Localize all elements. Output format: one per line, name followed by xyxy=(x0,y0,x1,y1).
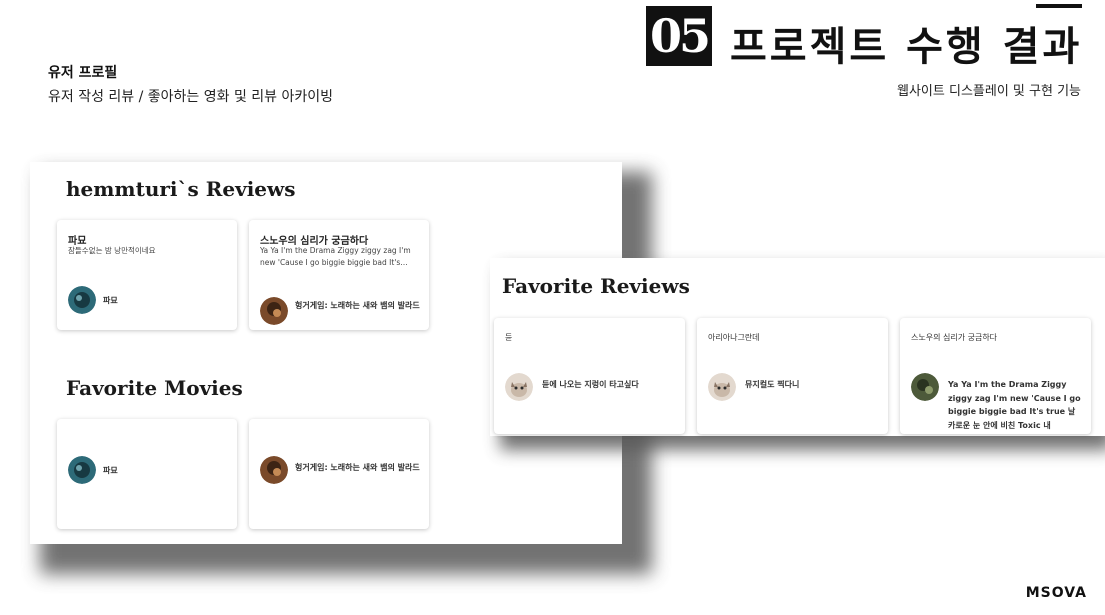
section-subtitle: 웹사이트 디스플레이 및 구현 기능 xyxy=(897,84,1081,99)
review-card-movie: 파묘 xyxy=(103,296,118,305)
brand-logo: MSOVA xyxy=(1025,585,1087,601)
movie-card[interactable]: 헝거게임: 노래하는 새와 뱀의 발라드 xyxy=(249,419,429,529)
movies-section-title: Favorite Movies xyxy=(66,376,243,400)
movie-poster-avatar xyxy=(68,286,96,314)
review-card[interactable]: 파묘 잠들수없는 밤 낭만적이네요 파묘 xyxy=(57,220,237,330)
fav-review-title: 스노우의 심리가 궁금하다 xyxy=(911,333,998,342)
favorite-review-card[interactable]: 아리아나그란데 뮤지컬도 찍다니 xyxy=(697,318,888,434)
movie-card-title: 헝거게임: 노래하는 새와 뱀의 발라드 xyxy=(295,463,420,472)
fav-review-title: 듄 xyxy=(505,333,513,342)
movie-card[interactable]: 파묘 xyxy=(57,419,237,529)
section-title: 프로젝트 수행 결과 xyxy=(730,23,1083,70)
review-card-snippet: Ya Ya I'm the Drama Ziggy ziggy zag I'm … xyxy=(260,246,411,267)
review-card-snippet: 잠들수없는 밤 낭만적이네요 xyxy=(68,246,156,255)
review-card[interactable]: 스노우의 심리가 궁금하다 Ya Ya I'm the Drama Ziggy … xyxy=(249,220,429,330)
fav-review-text: Ya Ya I'm the Drama Ziggy ziggy zag I'm … xyxy=(948,380,1081,430)
favorite-review-card[interactable]: 스노우의 심리가 궁금하다 Ya Ya I'm the Drama Ziggy … xyxy=(900,318,1091,434)
section-number: 05 xyxy=(646,6,712,66)
review-card-movie: 헝거게임: 노래하는 새와 뱀의 발라드 xyxy=(295,301,420,310)
reviews-section-title: hemmturi`s Reviews xyxy=(66,177,296,201)
fav-review-text: 듄에 나오는 지렁이 타고싶다 xyxy=(542,380,639,389)
profile-header: 유저 프로필 유저 작성 리뷰 / 좋아하는 영화 및 리뷰 아카이빙 xyxy=(48,62,333,106)
movie-poster-avatar xyxy=(68,456,96,484)
fav-review-text: 뮤지컬도 찍다니 xyxy=(745,380,800,389)
profile-description: 유저 작성 리뷰 / 좋아하는 영화 및 리뷰 아카이빙 xyxy=(48,89,334,105)
user-avatar xyxy=(911,373,939,401)
fav-review-title: 아리아나그란데 xyxy=(708,333,760,342)
profile-title: 유저 프로필 xyxy=(48,65,118,81)
movie-poster-avatar xyxy=(260,456,288,484)
top-accent-bar xyxy=(1036,4,1082,8)
favorite-reviews-panel: Favorite Reviews 듄 듄에 나오는 지렁이 타고싶다 아리아나그… xyxy=(490,258,1105,436)
favorite-review-card[interactable]: 듄 듄에 나오는 지렁이 타고싶다 xyxy=(494,318,685,434)
fav-reviews-section-title: Favorite Reviews xyxy=(502,274,690,298)
movie-poster-avatar xyxy=(260,297,288,325)
user-avatar xyxy=(708,373,736,401)
movie-card-title: 파묘 xyxy=(103,466,118,475)
user-avatar xyxy=(505,373,533,401)
